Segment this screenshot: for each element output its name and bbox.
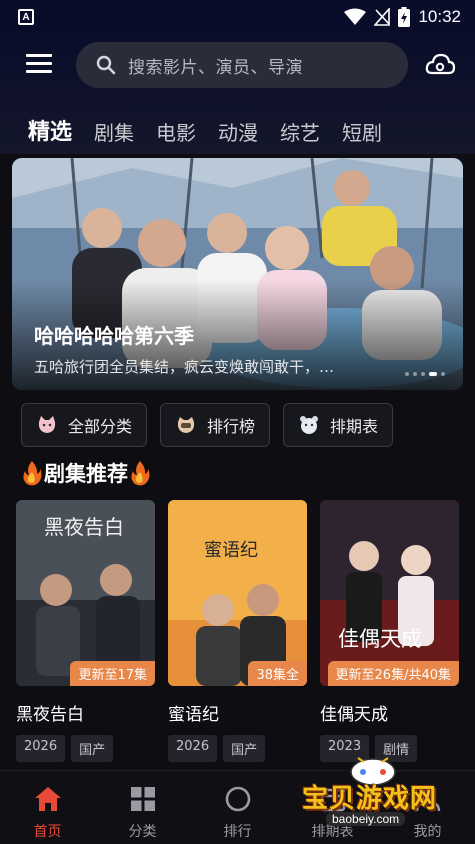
header: 搜索影片、演员、导演 精选 剧集 电影 动漫 综艺 短剧: [0, 34, 475, 154]
drama-card[interactable]: 蜜语纪 38集全 蜜语纪 2026 国产: [168, 500, 307, 762]
status-bar: A 10:32: [0, 0, 475, 34]
episode-badge: 38集全: [248, 661, 307, 686]
tag-row: 2026 国产: [16, 735, 155, 762]
ranking-label: 排行榜: [207, 417, 256, 436]
poster: 黑夜告白 更新至17集: [16, 500, 155, 686]
svg-text:蜜语纪: 蜜语纪: [204, 540, 258, 561]
watermark-url: baobeiy.com: [326, 812, 406, 826]
carousel-dot: [441, 372, 445, 376]
clock: 10:32: [418, 7, 461, 26]
poster-image: 蜜语纪: [168, 500, 307, 686]
site-watermark: 宝贝游戏网 baobeiy.com: [296, 752, 456, 832]
nav-categories[interactable]: 分类: [95, 771, 190, 844]
drama-list: 黑夜告白 更新至17集 黑夜告白 2026 国产 蜜语纪 38集全 蜜语纪 20…: [16, 500, 459, 762]
banner-title: 哈哈哈哈哈第六季: [34, 324, 194, 348]
bear-icon: [300, 416, 319, 434]
menu-button[interactable]: [26, 54, 52, 76]
carousel-dot: [405, 372, 409, 376]
nav-ranking[interactable]: 排行: [190, 771, 285, 844]
region-tag: 国产: [71, 735, 114, 762]
nav-home[interactable]: 首页: [0, 771, 95, 844]
hero-banner[interactable]: 哈哈哈哈哈第六季 五哈旅行团全员集结，疯云变焕敢闯敢干，…: [12, 158, 463, 390]
app-notification-icon: A: [18, 9, 34, 25]
cat-icon: [38, 416, 56, 433]
search-input[interactable]: 搜索影片、演员、导演: [76, 42, 408, 88]
quick-links: 全部分类 排行榜 排期表: [21, 403, 394, 447]
poster-image: 黑夜告白: [16, 500, 155, 686]
category-tabs: 精选 剧集 电影 动漫 综艺 短剧: [28, 114, 404, 146]
fire-icon: [131, 461, 150, 486]
all-categories-button[interactable]: 全部分类: [21, 403, 148, 447]
wifi-icon: [344, 8, 367, 25]
tag-row: 2026 国产: [168, 735, 307, 762]
svg-text:黑夜告白: 黑夜告白: [44, 515, 124, 539]
carousel-dot: [421, 372, 425, 376]
drama-card[interactable]: 黑夜告白 更新至17集 黑夜告白 2026 国产: [16, 500, 155, 762]
watermark-text: 宝贝游戏网: [302, 784, 438, 814]
poster-image: 佳偶天成: [320, 500, 459, 686]
carousel-indicator: [405, 372, 445, 376]
schedule-button[interactable]: 排期表: [283, 403, 394, 447]
cat-face-icon: [177, 417, 195, 433]
drama-title: 佳偶天成: [320, 705, 388, 725]
section-header: 剧集推荐: [22, 458, 150, 488]
circle-icon: [225, 786, 250, 812]
menu-bar: [26, 62, 52, 65]
menu-bar: [26, 70, 52, 73]
svg-text:佳偶天成: 佳偶天成: [338, 627, 422, 651]
episode-badge: 更新至26集/共40集: [327, 661, 459, 686]
section-title: 剧集推荐: [44, 462, 128, 486]
tab-movies[interactable]: 电影: [156, 117, 196, 146]
nav-categories-label: 分类: [128, 824, 157, 840]
all-categories-label: 全部分类: [68, 417, 133, 436]
grid-icon: [130, 787, 155, 811]
drama-title: 黑夜告白: [16, 705, 84, 725]
no-signal-icon: [374, 8, 391, 26]
search-icon: [96, 55, 116, 75]
region-tag: 国产: [223, 735, 266, 762]
carousel-dot-active: [429, 372, 437, 376]
nav-ranking-label: 排行: [223, 824, 252, 840]
search-placeholder: 搜索影片、演员、导演: [128, 57, 303, 78]
tab-series[interactable]: 剧集: [94, 117, 134, 146]
drama-title: 蜜语纪: [168, 705, 219, 725]
nav-home-label: 首页: [33, 824, 62, 840]
poster: 蜜语纪 38集全: [168, 500, 307, 686]
banner-description: 五哈旅行团全员集结，疯云变焕敢闯敢干，…: [34, 358, 335, 376]
battery-charging-icon: [398, 7, 411, 27]
home-icon: [34, 787, 61, 811]
tab-variety[interactable]: 综艺: [280, 117, 320, 146]
tab-short-drama[interactable]: 短剧: [342, 117, 382, 146]
carousel-dot: [413, 372, 417, 376]
status-icons: 10:32: [344, 7, 461, 27]
year-tag: 2026: [16, 735, 66, 762]
episode-badge: 更新至17集: [70, 661, 155, 686]
tab-featured[interactable]: 精选: [28, 114, 72, 146]
fire-icon: [23, 461, 42, 486]
year-tag: 2026: [168, 735, 218, 762]
tab-anime[interactable]: 动漫: [218, 117, 258, 146]
poster: 佳偶天成 更新至26集/共40集: [320, 500, 459, 686]
menu-bar: [26, 54, 52, 57]
cloud-sync-icon[interactable]: [424, 49, 456, 81]
schedule-label: 排期表: [330, 417, 379, 436]
drama-card[interactable]: 佳偶天成 更新至26集/共40集 佳偶天成 2023 剧情: [320, 500, 459, 762]
ranking-button[interactable]: 排行榜: [160, 403, 271, 447]
